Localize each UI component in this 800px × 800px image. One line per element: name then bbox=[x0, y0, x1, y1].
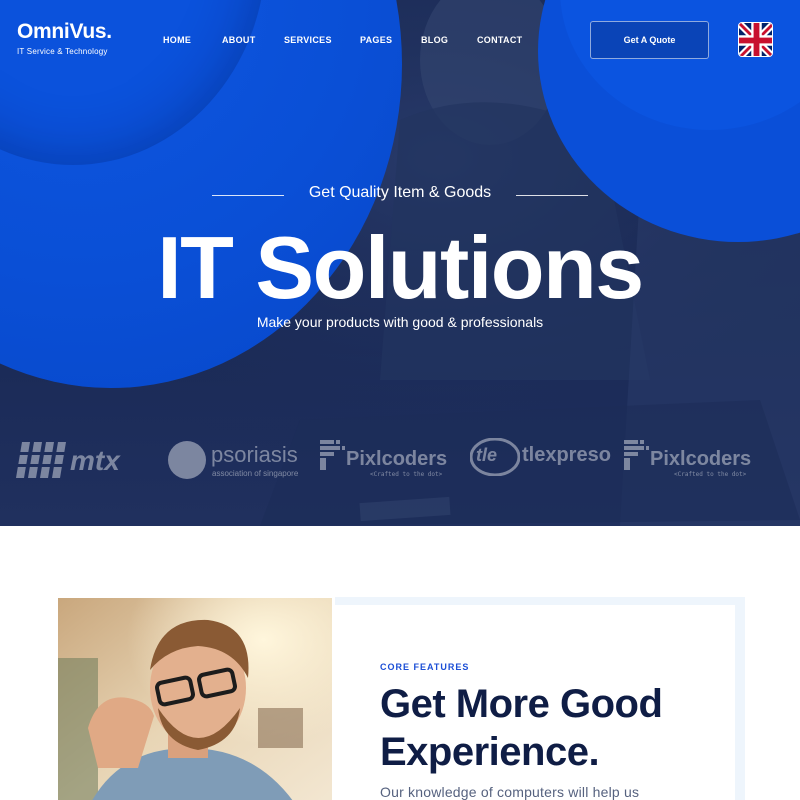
feature-photo-man-with-glasses bbox=[58, 598, 332, 800]
nav-pages[interactable]: PAGES bbox=[360, 35, 392, 45]
psoriasis-logo-icon bbox=[168, 441, 206, 479]
uk-flag-icon[interactable] bbox=[738, 22, 773, 57]
partner-name: tlexpreso bbox=[522, 444, 611, 466]
partner-tagline: <Crafted to the dot> bbox=[370, 471, 443, 478]
hero-eyebrow-row: Get Quality Item & Goods bbox=[0, 184, 800, 204]
partner-logo-pixlcoders: Pixlcoders <Crafted to the dot> bbox=[318, 436, 458, 484]
partner-logo-pixlcoders-2: Pixlcoders <Crafted to the dot> bbox=[622, 436, 762, 484]
nav-home[interactable]: HOME bbox=[163, 35, 191, 45]
hero-title: IT Solutions bbox=[157, 218, 644, 317]
nav-blog[interactable]: BLOG bbox=[421, 35, 448, 45]
feature-text: Our knowledge of computers will help us bbox=[380, 784, 640, 800]
feature-title: Get More Good Experience. bbox=[380, 682, 663, 774]
partner-logo-psoriasis: psoriasis association of singapore bbox=[167, 436, 307, 484]
pixlcoders-logo-icon bbox=[320, 440, 345, 470]
partner-badge: tle bbox=[476, 445, 498, 465]
nav-about[interactable]: ABOUT bbox=[222, 35, 256, 45]
partner-name: mtx bbox=[70, 445, 120, 476]
mtx-logo-icon bbox=[16, 442, 72, 478]
core-features-label: CORE FEATURES bbox=[380, 662, 470, 672]
partner-name: Pixlcoders bbox=[650, 448, 752, 470]
partner-logo-mtx: mtx bbox=[16, 436, 151, 484]
get-quote-button[interactable]: Get A Quote bbox=[590, 21, 709, 59]
partner-tagline: association of singapore bbox=[212, 469, 299, 478]
partner-logo-tlexpreso: tle tlexpreso bbox=[470, 436, 611, 484]
pixlcoders-logo-icon bbox=[624, 440, 649, 470]
partner-tagline: <Crafted to the dot> bbox=[674, 471, 747, 478]
logo-subtitle: IT Service & Technology bbox=[17, 47, 108, 56]
hero-section: OmniVus. IT Service & Technology HOME AB… bbox=[0, 0, 800, 526]
eyebrow-line-right bbox=[516, 195, 588, 196]
nav-contact[interactable]: CONTACT bbox=[477, 35, 522, 45]
nav-services[interactable]: SERVICES bbox=[284, 35, 332, 45]
partner-name: Pixlcoders bbox=[346, 448, 448, 470]
partner-name: psoriasis bbox=[211, 442, 298, 467]
hero-subtitle: Make your products with good & professio… bbox=[256, 314, 544, 330]
hero-eyebrow: Get Quality Item & Goods bbox=[308, 184, 492, 201]
